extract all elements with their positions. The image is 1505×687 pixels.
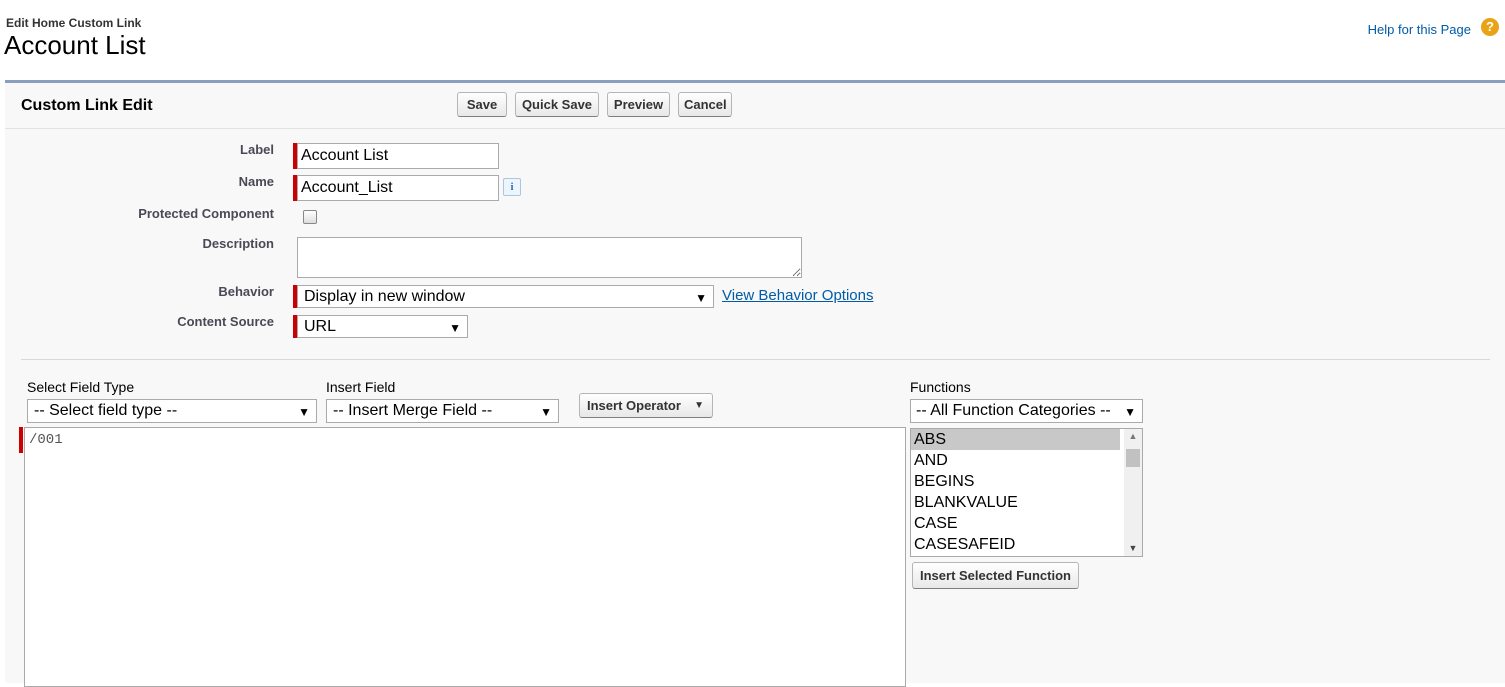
info-icon[interactable]: i xyxy=(503,178,521,196)
behavior-label: Behavior xyxy=(218,284,274,299)
quick-save-button[interactable]: Quick Save xyxy=(515,92,599,117)
field-type-select[interactable]: -- Select field type -- ▼ xyxy=(27,399,317,423)
save-button[interactable]: Save xyxy=(457,92,507,117)
scroll-up-icon[interactable]: ▲ xyxy=(1124,431,1142,441)
page-subtitle: Edit Home Custom Link xyxy=(6,16,142,30)
help-link[interactable]: Help for this Page xyxy=(1368,22,1471,37)
formula-editor[interactable]: /001 xyxy=(24,427,906,687)
name-field-label: Name xyxy=(238,174,274,189)
list-item[interactable]: BEGINS xyxy=(911,471,1120,492)
divider xyxy=(21,359,1490,360)
select-field-type-label: Select Field Type xyxy=(27,379,135,395)
content-source-label: Content Source xyxy=(177,314,274,329)
content-source-select-value: URL xyxy=(304,318,337,335)
chevron-down-icon: ▼ xyxy=(298,405,310,419)
insert-field-select[interactable]: -- Insert Merge Field -- ▼ xyxy=(326,399,559,423)
list-item[interactable]: ABS xyxy=(911,429,1120,450)
list-item[interactable]: AND xyxy=(911,450,1120,471)
help-icon[interactable]: ? xyxy=(1481,18,1499,36)
list-item[interactable]: CASE xyxy=(911,513,1120,534)
cancel-button[interactable]: Cancel xyxy=(678,92,732,117)
view-behavior-options-link[interactable]: View Behavior Options xyxy=(722,287,873,304)
chevron-down-icon: ▼ xyxy=(695,291,707,305)
insert-operator-label: Insert Operator xyxy=(587,398,681,413)
label-field-label: Label xyxy=(240,142,274,157)
insert-field-label: Insert Field xyxy=(326,379,396,395)
protected-component-label: Protected Component xyxy=(138,206,274,221)
preview-button[interactable]: Preview xyxy=(607,92,670,117)
function-category-select[interactable]: -- All Function Categories -- ▼ xyxy=(910,399,1143,423)
content-source-select[interactable]: URL ▼ xyxy=(297,315,468,338)
function-category-value: -- All Function Categories -- xyxy=(916,402,1111,419)
insert-selected-function-button[interactable]: Insert Selected Function xyxy=(912,562,1079,589)
required-indicator xyxy=(19,427,23,453)
functions-label: Functions xyxy=(910,379,971,395)
behavior-select[interactable]: Display in new window ▼ xyxy=(297,285,714,308)
list-item[interactable]: BLANKVALUE xyxy=(911,492,1120,513)
insert-field-select-value: -- Insert Merge Field -- xyxy=(333,402,493,419)
list-item[interactable]: CASESAFEID xyxy=(911,534,1120,555)
behavior-select-value: Display in new window xyxy=(304,288,465,305)
chevron-down-icon: ▼ xyxy=(1124,405,1136,419)
chevron-down-icon: ▼ xyxy=(449,321,461,335)
insert-operator-button[interactable]: Insert Operator ▼ xyxy=(579,393,713,418)
description-label: Description xyxy=(202,236,274,251)
scroll-down-icon[interactable]: ▼ xyxy=(1124,543,1142,553)
chevron-down-icon: ▼ xyxy=(540,405,552,419)
label-input[interactable] xyxy=(297,143,499,169)
field-type-select-value: -- Select field type -- xyxy=(34,402,178,419)
chevron-down-icon: ▼ xyxy=(694,400,704,411)
page-title: Account List xyxy=(4,30,146,60)
section-title: Custom Link Edit xyxy=(21,97,153,114)
description-textarea[interactable] xyxy=(297,237,802,278)
name-input[interactable] xyxy=(297,175,499,201)
protected-component-checkbox[interactable] xyxy=(303,210,317,224)
scrollbar-thumb[interactable] xyxy=(1126,449,1140,467)
panel-header xyxy=(5,83,1505,129)
functions-listbox[interactable]: ABS AND BEGINS BLANKVALUE CASE CASESAFEI… xyxy=(910,428,1143,557)
